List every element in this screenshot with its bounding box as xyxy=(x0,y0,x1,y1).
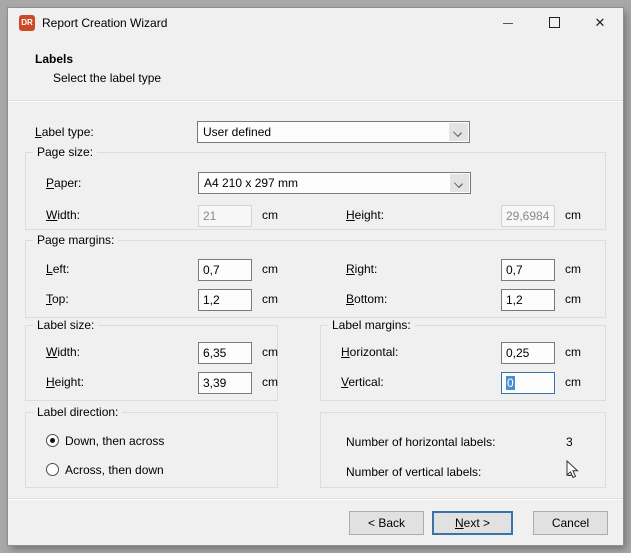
label-size-group: Label size: Width: cm Height: cm xyxy=(25,325,278,401)
wizard-dialog: DR Report Creation Wizard ✕ Labels Selec… xyxy=(8,8,623,545)
unit-label: cm xyxy=(262,375,278,390)
margin-horizontal-input[interactable] xyxy=(501,342,555,364)
unit-label: cm xyxy=(262,262,278,277)
page-margins-group: Page margins: Left: cm Right: cm Top: cm… xyxy=(25,240,606,318)
minimize-icon xyxy=(503,23,513,24)
margin-bottom-input[interactable] xyxy=(501,289,555,311)
margin-vertical-label: Vertical: xyxy=(341,375,384,390)
margin-top-input[interactable] xyxy=(198,289,252,311)
margin-horizontal-label: Horizontal: xyxy=(341,345,398,360)
back-button[interactable]: < Back xyxy=(349,511,424,535)
close-button[interactable]: ✕ xyxy=(577,8,623,38)
page-height-label: Height: xyxy=(346,208,384,223)
radio-unselected-icon xyxy=(46,463,59,476)
page-margins-group-title: Page margins: xyxy=(33,233,118,248)
vertical-count-label: Number of vertical labels: xyxy=(346,465,481,480)
label-size-group-title: Label size: xyxy=(33,318,98,333)
label-type-select[interactable]: User defined xyxy=(197,121,470,143)
label-width-label: Width: xyxy=(46,345,80,360)
unit-label: cm xyxy=(565,262,581,277)
margin-vertical-input[interactable]: 0 xyxy=(501,372,555,394)
page-size-group-title: Page size: xyxy=(33,145,97,160)
margin-top-label: Top: xyxy=(46,292,69,307)
unit-label: cm xyxy=(565,208,581,223)
page-title: Labels xyxy=(35,52,73,66)
page-subtitle: Select the label type xyxy=(53,71,161,85)
label-counts-group: Number of horizontal labels: 3 Number of… xyxy=(320,412,606,488)
maximize-button[interactable] xyxy=(531,8,577,38)
margin-bottom-label: Bottom: xyxy=(346,292,387,307)
paper-label: Paper: xyxy=(46,176,81,191)
label-type-label: Label type: xyxy=(35,125,94,140)
unit-label: cm xyxy=(565,345,581,360)
label-height-label: Height: xyxy=(46,375,84,390)
header-separator xyxy=(8,100,623,102)
label-margins-group-title: Label margins: xyxy=(328,318,415,333)
horizontal-count-value: 3 xyxy=(566,435,573,450)
maximize-icon xyxy=(549,17,560,28)
minimize-button[interactable] xyxy=(485,8,531,38)
selected-text: 0 xyxy=(506,376,515,390)
page-size-group: Page size: Paper: A4 210 x 297 mm Width:… xyxy=(25,152,606,230)
label-margins-group: Label margins: Horizontal: cm Vertical: … xyxy=(320,325,606,401)
margin-right-input[interactable] xyxy=(501,259,555,281)
radio-selected-icon xyxy=(46,434,59,447)
page-height-input xyxy=(501,205,555,227)
chevron-down-icon xyxy=(449,123,468,141)
label-width-input[interactable] xyxy=(198,342,252,364)
window-title: Report Creation Wizard xyxy=(42,16,167,30)
app-icon: DR xyxy=(19,15,35,31)
unit-label: cm xyxy=(565,292,581,307)
label-direction-group-title: Label direction: xyxy=(33,405,122,420)
label-height-input[interactable] xyxy=(198,372,252,394)
close-icon: ✕ xyxy=(595,15,606,30)
label-direction-group: Label direction: Down, then across Acros… xyxy=(25,412,278,488)
unit-label: cm xyxy=(565,375,581,390)
margin-left-label: Left: xyxy=(46,262,69,277)
vertical-count-value: 8 xyxy=(566,465,573,480)
title-bar: DR Report Creation Wizard ✕ xyxy=(8,8,623,38)
horizontal-count-label: Number of horizontal labels: xyxy=(346,435,495,450)
cancel-button[interactable]: Cancel xyxy=(533,511,608,535)
page-width-input xyxy=(198,205,252,227)
unit-label: cm xyxy=(262,208,278,223)
next-button[interactable]: Next > xyxy=(432,511,513,535)
margin-right-label: Right: xyxy=(346,262,377,277)
unit-label: cm xyxy=(262,292,278,307)
unit-label: cm xyxy=(262,345,278,360)
paper-select[interactable]: A4 210 x 297 mm xyxy=(198,172,471,194)
page-width-label: Width: xyxy=(46,208,80,223)
margin-left-input[interactable] xyxy=(198,259,252,281)
footer-separator xyxy=(8,498,623,500)
chevron-down-icon xyxy=(450,174,469,192)
